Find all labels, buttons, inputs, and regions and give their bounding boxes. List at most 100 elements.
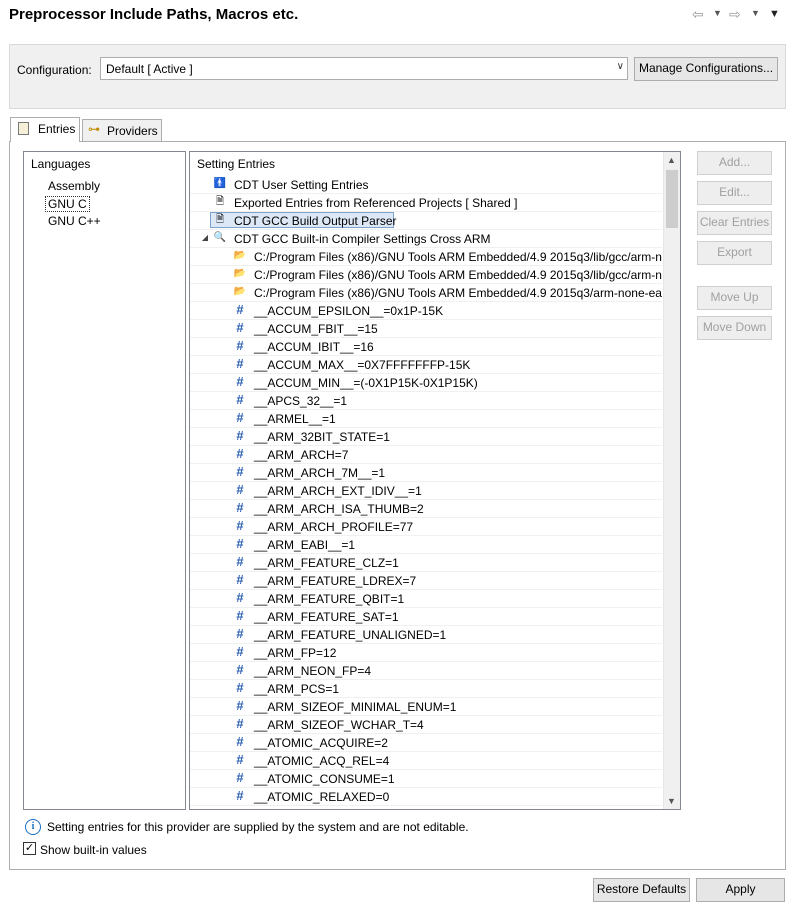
tree-row[interactable]: # __ACCUM_MAX__=0X7FFFFFFFP-15K (190, 356, 662, 374)
hash-icon: # (236, 518, 244, 533)
info-text: Setting entries for this provider are su… (47, 820, 469, 834)
tree-row-label: __ARM_SIZEOF_MINIMAL_ENUM=1 (254, 700, 457, 714)
tree-row[interactable]: # __ARM_ARCH_7M__=1 (190, 464, 662, 482)
languages-header: Languages (31, 157, 91, 171)
hash-icon: # (236, 662, 244, 677)
clear-entries-button[interactable]: Clear Entries (697, 211, 772, 235)
tree-row[interactable]: 🚹 CDT User Setting Entries (190, 176, 662, 194)
hash-icon: # (236, 356, 244, 371)
tree-row-label: C:/Program Files (x86)/GNU Tools ARM Emb… (254, 250, 662, 264)
export-button[interactable]: Export (697, 241, 772, 265)
tree-row-label: __ACCUM_IBIT__=16 (254, 340, 374, 354)
scrollbar-thumb[interactable] (666, 170, 678, 228)
tree-row[interactable]: # __ARM_EABI__=1 (190, 536, 662, 554)
tree-row-label: Exported Entries from Referenced Project… (234, 196, 518, 210)
tree-row-label: CDT User Setting Entries (234, 178, 369, 192)
hash-icon: # (236, 680, 244, 695)
tree-row[interactable]: # __ARM_FEATURE_SAT=1 (190, 608, 662, 626)
scroll-down-icon[interactable]: ▼ (667, 796, 676, 806)
tree-row[interactable]: # __ARM_NEON_FP=4 (190, 662, 662, 680)
tree-row[interactable]: ◢ 🔍 CDT GCC Built-in Compiler Settings Cro… (190, 230, 662, 248)
forward-arrow-icon[interactable]: ⇨ (729, 6, 741, 23)
tree-row[interactable]: # __ARM_ARCH=7 (190, 446, 662, 464)
tab-entries[interactable]: Entries (10, 117, 80, 142)
hash-icon: # (236, 374, 244, 389)
hash-icon: # (236, 536, 244, 551)
setting-entries-tree[interactable]: Setting Entries 🚹 CDT User Setting Entrie… (189, 151, 681, 810)
document-icon: 🗎 (215, 196, 225, 207)
tree-row-label: __ATOMIC_CONSUME=1 (254, 772, 395, 786)
tree-row-label: __ATOMIC_ACQUIRE=2 (254, 736, 388, 750)
tree-row[interactable]: 📂 C:/Program Files (x86)/GNU Tools ARM Em… (190, 266, 662, 284)
languages-list[interactable]: Languages Assembly GNU C GNU C++ (23, 151, 186, 810)
add-button[interactable]: Add... (697, 151, 772, 175)
tree-row-label: CDT GCC Built-in Compiler Settings Cross… (234, 232, 491, 246)
apply-button[interactable]: Apply (696, 878, 785, 902)
key-icon: ⊶ (88, 122, 100, 136)
hash-icon: # (236, 752, 244, 767)
hash-icon: # (236, 734, 244, 749)
tree-row[interactable]: # __ARM_ARCH_PROFILE=77 (190, 518, 662, 536)
hash-icon: # (236, 320, 244, 335)
tree-row[interactable]: # __ATOMIC_RELAXED=0 (190, 788, 662, 806)
tree-row-label: __ARM_ARCH_7M__=1 (254, 466, 386, 480)
tree-row[interactable]: # __ARM_ARCH_EXT_IDIV__=1 (190, 482, 662, 500)
tree-row-label: C:/Program Files (x86)/GNU Tools ARM Emb… (254, 268, 662, 282)
show-builtin-checkbox[interactable]: ✓ (23, 842, 36, 855)
scroll-up-icon[interactable]: ▲ (667, 155, 676, 165)
view-menu-icon[interactable]: ▼ (769, 8, 780, 20)
tree-row[interactable]: # __ARM_FEATURE_UNALIGNED=1 (190, 626, 662, 644)
forward-dropdown-icon[interactable]: ▼ (751, 8, 760, 18)
tree-row[interactable]: # __APCS_32__=1 (190, 392, 662, 410)
tree-row-label: __ARM_FEATURE_UNALIGNED=1 (254, 628, 447, 642)
vertical-scrollbar[interactable]: ▲ ▼ (663, 152, 680, 809)
hash-icon: # (236, 392, 244, 407)
document-icon: 🗎 (215, 214, 225, 225)
tree-row[interactable]: 📂 C:/Program Files (x86)/GNU Tools ARM Em… (190, 284, 662, 302)
move-up-button[interactable]: Move Up (697, 286, 772, 310)
tree-row[interactable]: # __ACCUM_MIN__=(-0X1P15K-0X1P15K) (190, 374, 662, 392)
info-icon: i (25, 819, 41, 835)
tree-row[interactable]: # __ARM_PCS=1 (190, 680, 662, 698)
tree-row[interactable]: 🗎 CDT GCC Build Output Parser (190, 212, 662, 230)
tree-row[interactable]: # __ARM_FP=12 (190, 644, 662, 662)
configuration-select[interactable]: Default [ Active ] ∨ (100, 57, 628, 80)
tree-row[interactable]: # __ATOMIC_ACQ_REL=4 (190, 752, 662, 770)
tree-row[interactable]: # __ARM_SIZEOF_WCHAR_T=4 (190, 716, 662, 734)
hash-icon: # (236, 554, 244, 569)
hash-icon: # (236, 572, 244, 587)
tree-row-label: __ACCUM_MAX__=0X7FFFFFFFP-15K (254, 358, 471, 372)
restore-defaults-button[interactable]: Restore Defaults (593, 878, 690, 902)
tree-row-label: __ARM_ARCH_ISA_THUMB=2 (254, 502, 424, 516)
tree-row[interactable]: # __ARMEL__=1 (190, 410, 662, 428)
tab-providers[interactable]: ⊶ Providers (82, 119, 162, 141)
tree-row[interactable]: # __ACCUM_EPSILON__=0x1P-15K (190, 302, 662, 320)
show-builtin-label[interactable]: Show built-in values (40, 843, 147, 857)
tree-row[interactable]: 🗎 Exported Entries from Referenced Projec… (190, 194, 662, 212)
tree-row[interactable]: 📂 C:/Program Files (x86)/GNU Tools ARM Em… (190, 248, 662, 266)
tree-row-label: __ARM_PCS=1 (254, 682, 340, 696)
tree-row[interactable]: # __ARM_32BIT_STATE=1 (190, 428, 662, 446)
tree-expand-icon[interactable]: ◢ (198, 231, 212, 245)
tree-row[interactable]: # __ARM_ARCH_ISA_THUMB=2 (190, 500, 662, 518)
tree-row[interactable]: # __ACCUM_IBIT__=16 (190, 338, 662, 356)
tree-row[interactable]: # __ARM_SIZEOF_MINIMAL_ENUM=1 (190, 698, 662, 716)
tree-row[interactable]: # __ACCUM_FBIT__=15 (190, 320, 662, 338)
setting-entries-header: Setting Entries (197, 157, 276, 171)
tree-row[interactable]: # __ATOMIC_CONSUME=1 (190, 770, 662, 788)
language-item-assembly[interactable]: Assembly (48, 179, 100, 193)
language-item-gnu-cpp[interactable]: GNU C++ (48, 214, 101, 228)
configuration-label: Configuration: (17, 63, 92, 77)
tree-row-label: __ACCUM_FBIT__=15 (254, 322, 378, 336)
manage-configurations-button[interactable]: Manage Configurations... (634, 57, 778, 81)
tree-row[interactable]: # __ATOMIC_ACQUIRE=2 (190, 734, 662, 752)
tree-row[interactable]: # __ARM_FEATURE_CLZ=1 (190, 554, 662, 572)
back-dropdown-icon[interactable]: ▼ (713, 8, 722, 18)
language-item-gnu-c[interactable]: GNU C (45, 196, 90, 212)
tree-row[interactable]: # __ARM_FEATURE_QBIT=1 (190, 590, 662, 608)
move-down-button[interactable]: Move Down (697, 316, 772, 340)
back-arrow-icon[interactable]: ⇦ (692, 6, 704, 23)
tree-row-label: __ARM_FEATURE_LDREX=7 (254, 574, 417, 588)
edit-button[interactable]: Edit... (697, 181, 772, 205)
tree-row[interactable]: # __ARM_FEATURE_LDREX=7 (190, 572, 662, 590)
